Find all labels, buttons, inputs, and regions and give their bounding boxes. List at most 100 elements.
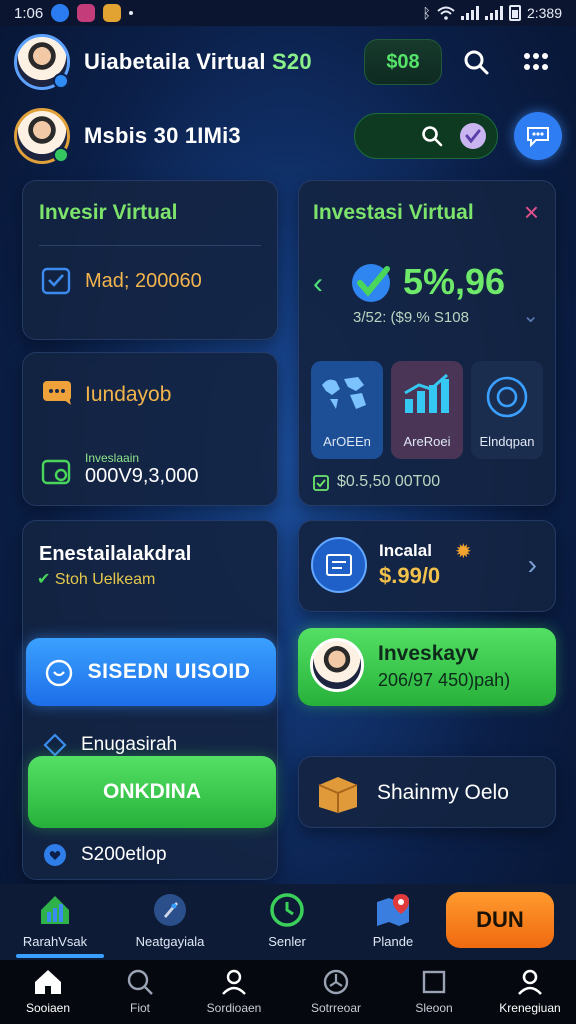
check-box-icon (41, 267, 71, 295)
wifi-icon (437, 6, 455, 20)
chat-button[interactable] (514, 112, 562, 160)
package-card[interactable]: Shainmy Oelo (298, 756, 556, 828)
wallet-icon (41, 459, 71, 485)
avatar[interactable] (14, 34, 70, 90)
nav-item-home[interactable]: Sooiaen (0, 968, 96, 1015)
active-tab-indicator (16, 954, 104, 958)
clock-time: 1:06 (14, 4, 44, 22)
list-item-2[interactable]: S200etlop (43, 843, 167, 867)
bluetooth-icon: ᛒ (422, 5, 431, 21)
check-badge-icon (352, 264, 390, 302)
map-pin-icon (377, 894, 409, 926)
nav-label: Sordioaen (206, 1001, 262, 1015)
confirm-green-button[interactable]: ONKDINA (28, 756, 276, 828)
shield-icon (43, 733, 67, 757)
nav-label: Sotrreoar (310, 1001, 362, 1015)
investment-card-right[interactable]: Investasi Virtual × ‹ 5%,96 3/52: ($9.% … (298, 180, 556, 506)
income-card[interactable]: Incalal ✹ $.99/0 › (298, 520, 556, 612)
balance-pill[interactable]: $08 (364, 39, 442, 85)
income-title: Incalal (379, 541, 432, 560)
tiles-footer: $0.5,50 00T00 (337, 473, 441, 490)
bottom-toolbar: RarahVsak Neatgayiala Senler Plande DUN (0, 884, 576, 960)
toolbar-item-rocket[interactable]: Neatgayiala (115, 892, 225, 949)
dot-icon (129, 11, 134, 15)
investment-card-left[interactable]: Invesir Virtual Mad; 200060 (22, 180, 278, 340)
target-icon (486, 376, 528, 418)
toolbar-label: RarahVsak (22, 934, 88, 949)
store-notification-icon (103, 4, 122, 22)
search-button[interactable] (450, 36, 502, 88)
person-icon (222, 969, 246, 995)
chevron-down-icon[interactable]: ⌄ (522, 303, 539, 328)
tile-label: ArOEEn (323, 434, 371, 449)
home-icon (35, 970, 61, 994)
document-button[interactable] (311, 537, 367, 593)
chevron-right-icon[interactable]: › (528, 549, 537, 581)
check-circle-icon (460, 123, 486, 149)
list-item-1[interactable]: Enugasirah (43, 733, 177, 757)
buy-button[interactable]: DUN (446, 892, 554, 948)
tile-target[interactable]: Elndqpan (471, 361, 543, 459)
investor-avatar (310, 638, 364, 692)
toolbar-item-clock[interactable]: Senler (232, 892, 342, 949)
profile-icon (518, 969, 542, 995)
user-avatar[interactable] (14, 108, 70, 164)
toolbar-item-map[interactable]: Plande (338, 892, 448, 949)
status-check-row: ✔ Stoh Uelkeam (37, 569, 155, 589)
fund-amount: 000V9,3,000 (85, 465, 199, 487)
close-icon[interactable]: × (524, 197, 539, 228)
search-icon (127, 969, 153, 995)
settings-icon (323, 969, 349, 995)
tile-chart[interactable]: AreRoei (391, 361, 463, 459)
nav-item-settings[interactable]: Sotrreoar (288, 968, 384, 1015)
grid-dots-icon (524, 53, 548, 70)
signal-icon (460, 6, 479, 20)
square-icon (422, 970, 446, 994)
nav-item-square[interactable]: Sleoon (386, 968, 482, 1015)
check-text: Stoh Uelkeam (54, 571, 156, 588)
nav-label: Sleoon (415, 1001, 453, 1015)
fund-small-label: Inveslaain (85, 451, 140, 465)
status-title: Enestailalakdral (39, 543, 192, 565)
search-icon (464, 50, 489, 75)
percent-value: 5%,96 (403, 261, 506, 302)
invest-button[interactable]: Inveskayv 206/97 450)pah) (298, 628, 556, 706)
chevron-left-icon[interactable]: ‹ (313, 267, 323, 301)
clock-icon (270, 893, 304, 927)
document-icon (326, 554, 352, 576)
toolbar-item-home-chart[interactable]: RarahVsak (0, 892, 110, 949)
nav-item-profile[interactable]: Krenegiuan (482, 968, 576, 1015)
title-text: Uiabetaila Virtual (84, 49, 266, 74)
list-item-label: S200etlop (81, 844, 167, 865)
card-title: Invesir Virtual (39, 201, 178, 224)
invest-sub: 206/97 450)pah) (378, 670, 511, 690)
fund-card[interactable]: Iundayob Inveslaain 000V9,3,000 (22, 352, 278, 506)
nav-item-person[interactable]: Sordioaen (186, 968, 282, 1015)
card-title: Investasi Virtual (313, 201, 474, 224)
app-notification-icon (51, 4, 70, 22)
bar-chart-icon (404, 373, 449, 413)
primary-blue-button[interactable]: SISEDN UISOID (26, 638, 276, 706)
nav-item-search[interactable]: Fiot (92, 968, 188, 1015)
tile-world[interactable]: ArOEEn (311, 361, 383, 459)
chat-icon (527, 127, 549, 147)
toolbar-label: Senler (268, 934, 306, 949)
percent-sub: 3/52: ($9.% S108 (353, 309, 469, 326)
search-pill[interactable] (354, 113, 498, 159)
user-name: Msbis 30 1IMi3 (84, 123, 241, 148)
rocket-icon (154, 894, 186, 926)
toolbar-label: Plande (372, 934, 414, 949)
nav-label: Krenegiuan (499, 1001, 561, 1015)
checkbox-icon[interactable] (313, 475, 329, 491)
fund-title: Iundayob (85, 383, 172, 406)
button-label: ONKDINA (103, 780, 201, 803)
search-icon (422, 126, 443, 147)
star-badge-icon: ✹ (455, 541, 472, 563)
divider (39, 245, 261, 246)
menu-button[interactable] (510, 36, 562, 88)
chat-ring-icon (45, 659, 73, 687)
income-amount: $.99/0 (379, 563, 441, 588)
battery-icon (508, 5, 521, 21)
package-label: Shainmy Oelo (377, 781, 509, 804)
battery-text: 2:389 (526, 5, 562, 21)
